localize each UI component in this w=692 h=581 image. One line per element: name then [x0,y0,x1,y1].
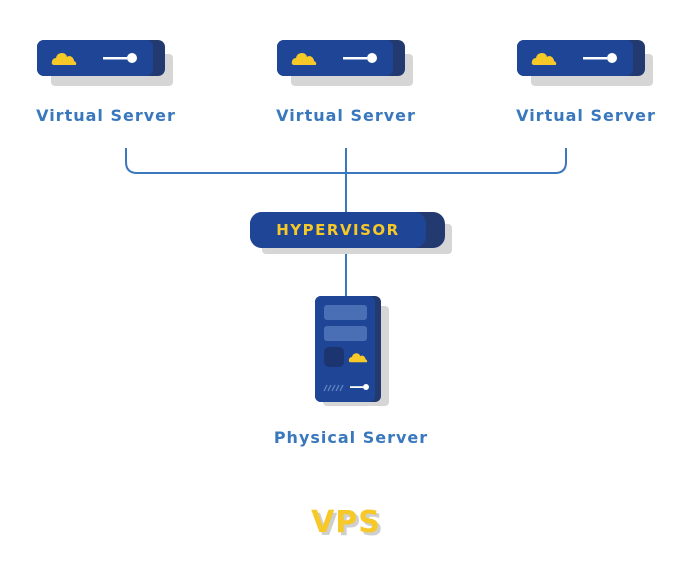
server-body [37,40,153,76]
drive-bay-2 [324,326,367,341]
virtual-server-3-label: Virtual Server [516,106,656,125]
virtual-server-1 [37,40,177,100]
key-icon [583,53,617,63]
physical-server [315,296,395,416]
physical-server-label: Physical Server [273,428,429,447]
virtual-server-2 [277,40,417,100]
hypervisor-body: HYPERVISOR [250,212,426,248]
server-body [277,40,393,76]
drive-bay-1 [324,305,367,320]
cloud-icon [291,53,317,65]
virtual-server-1-label: Virtual Server [36,106,176,125]
panel-square [324,347,344,367]
server-body [517,40,633,76]
key-icon [343,53,377,63]
virtual-server-3 [517,40,657,100]
hypervisor: HYPERVISOR [250,212,455,256]
vent-icon [323,384,344,392]
cloud-icon [348,353,368,363]
key-icon [350,384,369,390]
hypervisor-label: HYPERVISOR [276,221,400,239]
cloud-icon [51,53,77,65]
physical-server-body [315,296,375,402]
diagram-title: VPS [311,505,381,540]
cloud-icon [531,53,557,65]
key-icon [103,53,137,63]
virtual-server-2-label: Virtual Server [276,106,416,125]
